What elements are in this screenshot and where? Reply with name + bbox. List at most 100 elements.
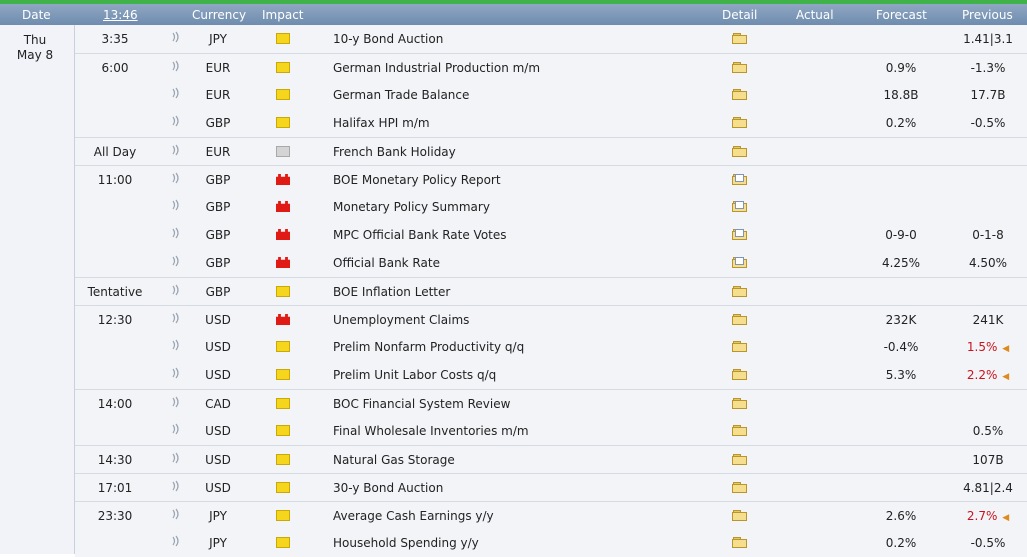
event-title[interactable]: Official Bank Rate [333,256,440,270]
folder-document-icon[interactable] [732,228,748,241]
event-title[interactable]: Natural Gas Storage [333,453,455,467]
table-row[interactable]: GBP Halifax HPI m/m 0.2% -0.5% [75,109,1027,137]
table-row[interactable]: USD Prelim Nonfarm Productivity q/q -0.4… [75,333,1027,361]
sound-icon[interactable] [171,227,181,239]
sound-icon[interactable] [171,367,181,379]
event-previous: 1.5% ◀ [957,340,1019,354]
event-title[interactable]: MPC Official Bank Rate Votes [333,228,507,242]
event-title[interactable]: Final Wholesale Inventories m/m [333,424,529,438]
table-row[interactable]: 14:00 CAD BOC Financial System Review [75,389,1027,417]
table-row[interactable]: JPY Household Spending y/y 0.2% -0.5% [75,529,1027,557]
header-forecast: Forecast [876,8,927,22]
folder-icon[interactable] [732,397,748,410]
event-title[interactable]: Prelim Nonfarm Productivity q/q [333,340,524,354]
event-title[interactable]: Unemployment Claims [333,313,469,327]
event-title[interactable]: Halifax HPI m/m [333,116,430,130]
table-row[interactable]: GBP MPC Official Bank Rate Votes 0-9-0 0… [75,221,1027,249]
folder-icon[interactable] [732,368,748,381]
sound-icon[interactable] [171,172,181,184]
event-currency: JPY [209,509,227,523]
folder-document-icon[interactable] [732,173,748,186]
event-time: All Day [93,145,137,159]
sound-icon[interactable] [171,255,181,267]
table-row[interactable]: 3:35 JPY 10-y Bond Auction 1.41|3.1 [75,25,1027,53]
table-row[interactable]: USD Final Wholesale Inventories m/m 0.5% [75,417,1027,445]
sound-icon[interactable] [171,144,181,156]
event-currency: GBP [205,116,231,130]
event-title[interactable]: BOE Monetary Policy Report [333,173,501,187]
event-time: 23:30 [97,509,133,523]
event-title[interactable]: 30-y Bond Auction [333,481,443,495]
table-row[interactable]: EUR German Trade Balance 18.8B 17.7B [75,81,1027,109]
sound-icon[interactable] [171,87,181,99]
table-row[interactable]: 6:00 EUR German Industrial Production m/… [75,53,1027,81]
event-title[interactable]: French Bank Holiday [333,145,456,159]
folder-icon[interactable] [732,145,748,158]
table-row[interactable]: USD Prelim Unit Labor Costs q/q 5.3% 2.2… [75,361,1027,389]
sound-icon[interactable] [171,508,181,520]
sound-icon[interactable] [171,312,181,324]
folder-icon[interactable] [732,340,748,353]
sound-icon[interactable] [171,199,181,211]
table-row[interactable]: Tentative GBP BOE Inflation Letter [75,277,1027,305]
folder-icon[interactable] [732,116,748,129]
sound-icon[interactable] [171,480,181,492]
event-forecast: 5.3% [885,368,917,382]
table-row[interactable]: All Day EUR French Bank Holiday [75,137,1027,165]
sound-icon[interactable] [171,535,181,547]
sound-icon[interactable] [171,31,181,43]
impact-red-icon [276,257,290,268]
table-row[interactable]: 12:30 USD Unemployment Claims 232K 241K [75,305,1027,333]
impact-yellow-icon [276,286,290,297]
event-title[interactable]: Household Spending y/y [333,536,479,550]
sound-icon[interactable] [171,339,181,351]
event-title[interactable]: 10-y Bond Auction [333,32,443,46]
event-currency: EUR [205,88,231,102]
sound-icon[interactable] [171,452,181,464]
folder-icon[interactable] [732,88,748,101]
table-row[interactable]: GBP Official Bank Rate 4.25% 4.50% [75,249,1027,277]
previous-value: 1.5% [966,340,998,354]
event-previous: 2.2% ◀ [957,368,1019,382]
header-clock[interactable]: 13:46 [103,8,138,22]
event-previous: -0.5% [957,536,1019,550]
sound-icon[interactable] [171,115,181,127]
folder-icon[interactable] [732,61,748,74]
table-row[interactable]: GBP Monetary Policy Summary [75,193,1027,221]
event-previous: 4.81|2.4 [957,481,1019,495]
sound-icon[interactable] [171,423,181,435]
table-row[interactable]: 17:01 USD 30-y Bond Auction 4.81|2.4 [75,473,1027,501]
folder-icon[interactable] [732,285,748,298]
folder-icon[interactable] [732,32,748,45]
folder-icon[interactable] [732,536,748,549]
sound-icon[interactable] [171,396,181,408]
event-title[interactable]: BOE Inflation Letter [333,285,450,299]
table-row[interactable]: 11:00 GBP BOE Monetary Policy Report [75,165,1027,193]
event-title[interactable]: Monetary Policy Summary [333,200,490,214]
folder-icon[interactable] [732,424,748,437]
event-previous: 2.7% ◀ [957,509,1019,523]
folder-icon[interactable] [732,509,748,522]
table-row[interactable]: 14:30 USD Natural Gas Storage 107B [75,445,1027,473]
event-time: 3:35 [101,32,129,46]
event-title[interactable]: German Industrial Production m/m [333,61,540,75]
folder-document-icon[interactable] [732,200,748,213]
event-forecast: -0.4% [883,340,919,354]
sound-icon[interactable] [171,284,181,296]
impact-yellow-icon [276,425,290,436]
event-time: Tentative [87,285,143,299]
event-previous: 0-1-8 [957,228,1019,242]
event-title[interactable]: BOC Financial System Review [333,397,510,411]
folder-icon[interactable] [732,453,748,466]
event-title[interactable]: Prelim Unit Labor Costs q/q [333,368,496,382]
sound-icon[interactable] [171,60,181,72]
folder-document-icon[interactable] [732,256,748,269]
folder-icon[interactable] [732,481,748,494]
folder-icon[interactable] [732,313,748,326]
table-row[interactable]: 23:30 JPY Average Cash Earnings y/y 2.6%… [75,501,1027,529]
event-title[interactable]: Average Cash Earnings y/y [333,509,494,523]
event-previous: 17.7B [957,88,1019,102]
event-currency: EUR [205,61,231,75]
header-impact: Impact [262,8,304,22]
event-title[interactable]: German Trade Balance [333,88,469,102]
